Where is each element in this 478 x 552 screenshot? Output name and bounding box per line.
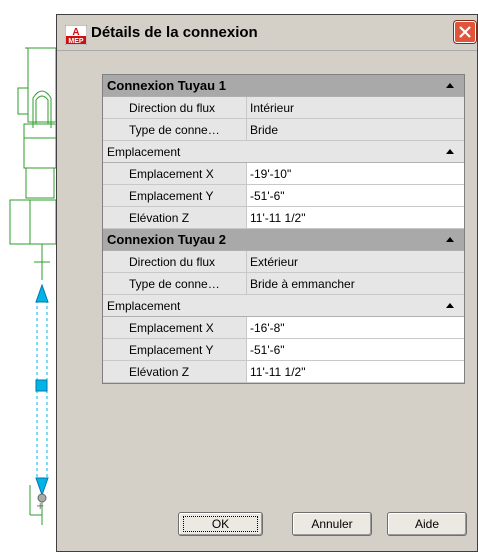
category-pipe-connection-2[interactable]: Connexion Tuyau 2 bbox=[103, 229, 464, 251]
category-location-1[interactable]: Emplacement bbox=[103, 141, 464, 163]
property-value-input[interactable]: -16'-8" bbox=[247, 317, 464, 338]
property-value[interactable]: Extérieur bbox=[247, 251, 464, 272]
ok-button[interactable]: OK bbox=[178, 512, 263, 536]
property-value-input[interactable]: -19'-10" bbox=[247, 163, 464, 184]
property-row-flow-direction[interactable]: Direction du flux Extérieur bbox=[103, 251, 464, 273]
property-name: Emplacement Y bbox=[125, 185, 247, 206]
row-gutter bbox=[103, 317, 125, 338]
property-row-elevation-z[interactable]: Elévation Z 11'-11 1/2" bbox=[103, 207, 464, 229]
pipe-drawing-icon: + bbox=[9, 47, 57, 525]
property-name: Emplacement X bbox=[125, 163, 247, 184]
collapse-arrow-icon[interactable] bbox=[446, 149, 454, 154]
property-value-input[interactable]: 11'-11 1/2" bbox=[247, 207, 464, 228]
row-gutter bbox=[103, 185, 125, 206]
row-gutter bbox=[103, 119, 125, 140]
property-row-connection-type[interactable]: Type de conne… Bride à emmancher bbox=[103, 273, 464, 295]
property-value[interactable]: Bride bbox=[247, 119, 464, 140]
property-row-flow-direction[interactable]: Direction du flux Intérieur bbox=[103, 97, 464, 119]
help-button[interactable]: Aide bbox=[387, 512, 467, 536]
property-value-input[interactable]: -51'-6" bbox=[247, 185, 464, 206]
row-gutter bbox=[103, 207, 125, 228]
row-gutter bbox=[103, 163, 125, 184]
cancel-button[interactable]: Annuler bbox=[292, 512, 372, 536]
category-pipe-connection-1[interactable]: Connexion Tuyau 1 bbox=[103, 75, 464, 97]
close-icon bbox=[459, 26, 471, 38]
property-name: Elévation Z bbox=[125, 207, 247, 228]
property-name: Type de conne… bbox=[125, 273, 247, 294]
properties-grid: Connexion Tuyau 1 Direction du flux Inté… bbox=[102, 74, 465, 384]
row-gutter bbox=[103, 97, 125, 118]
property-value[interactable]: Bride à emmancher bbox=[247, 273, 464, 294]
close-button[interactable] bbox=[454, 21, 476, 43]
property-row-location-y[interactable]: Emplacement Y -51'-6" bbox=[103, 339, 464, 361]
property-value-input[interactable]: -51'-6" bbox=[247, 339, 464, 360]
row-gutter bbox=[103, 361, 125, 382]
property-name: Type de conne… bbox=[125, 119, 247, 140]
collapse-arrow-icon[interactable] bbox=[446, 83, 454, 88]
category-label: Emplacement bbox=[107, 298, 181, 313]
autocad-mep-logo-icon: A MEP bbox=[64, 24, 88, 46]
connection-details-dialog: A MEP Détails de la connexion Connexion … bbox=[56, 14, 478, 552]
property-row-elevation-z[interactable]: Elévation Z 11'-11 1/2" bbox=[103, 361, 464, 383]
dialog-title: Détails de la connexion bbox=[91, 24, 258, 41]
row-gutter bbox=[103, 251, 125, 272]
row-gutter bbox=[103, 339, 125, 360]
property-name: Direction du flux bbox=[125, 251, 247, 272]
svg-text:+: + bbox=[36, 501, 44, 512]
property-name: Emplacement X bbox=[125, 317, 247, 338]
property-name: Emplacement Y bbox=[125, 339, 247, 360]
logo-mep-text: MEP bbox=[68, 38, 84, 45]
cancel-button-label: Annuler bbox=[311, 517, 353, 531]
property-row-location-x[interactable]: Emplacement X -19'-10" bbox=[103, 163, 464, 185]
property-row-location-y[interactable]: Emplacement Y -51'-6" bbox=[103, 185, 464, 207]
property-name: Direction du flux bbox=[125, 97, 247, 118]
category-label: Connexion Tuyau 2 bbox=[107, 232, 226, 247]
collapse-arrow-icon[interactable] bbox=[446, 237, 454, 242]
property-value[interactable]: Intérieur bbox=[247, 97, 464, 118]
property-row-connection-type[interactable]: Type de conne… Bride bbox=[103, 119, 464, 141]
category-label: Connexion Tuyau 1 bbox=[107, 78, 226, 93]
collapse-arrow-icon[interactable] bbox=[446, 303, 454, 308]
property-row-location-x[interactable]: Emplacement X -16'-8" bbox=[103, 317, 464, 339]
category-location-2[interactable]: Emplacement bbox=[103, 295, 464, 317]
property-name: Elévation Z bbox=[125, 361, 247, 382]
category-label: Emplacement bbox=[107, 144, 181, 159]
property-value-input[interactable]: 11'-11 1/2" bbox=[247, 361, 464, 382]
help-button-label: Aide bbox=[414, 517, 440, 531]
cad-drawing-fragment: + bbox=[0, 0, 60, 552]
focus-rectangle bbox=[183, 516, 258, 532]
row-gutter bbox=[103, 273, 125, 294]
dialog-titlebar[interactable]: A MEP Détails de la connexion bbox=[57, 15, 477, 51]
